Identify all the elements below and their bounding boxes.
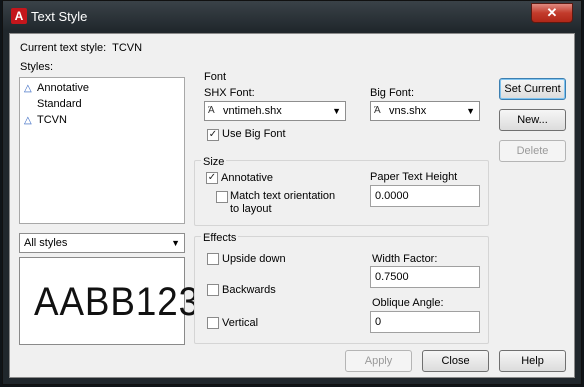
set-current-button[interactable]: Set Current: [499, 78, 566, 100]
backwards-label: Backwards: [222, 284, 276, 296]
window-title: Text Style: [31, 9, 88, 24]
autocad-logo-icon: A: [11, 8, 27, 24]
new-button[interactable]: New...: [499, 109, 566, 131]
vertical-label: Vertical: [222, 317, 259, 329]
size-group-label: Size: [201, 156, 227, 168]
current-style-value: TCVN: [112, 42, 143, 54]
big-font-label: Big Font:: [370, 87, 415, 99]
list-item-standard[interactable]: Standard: [37, 97, 82, 112]
chevron-down-icon: ▼: [332, 106, 341, 116]
effects-group-label: Effects: [201, 232, 239, 244]
big-font-type-icon: Ά: [374, 105, 381, 116]
width-factor-input[interactable]: 0.7500: [370, 266, 480, 288]
annotative-checkbox[interactable]: ✓: [206, 172, 218, 184]
styles-label: Styles:: [20, 61, 54, 73]
annotative-triangle-icon: △: [24, 83, 32, 94]
dialog-body: Current text style: TCVN Styles: △ Annota…: [9, 33, 575, 378]
list-item-tcvn[interactable]: △ TCVN: [24, 113, 67, 128]
shx-font-select[interactable]: Ά vntimeh.shx ▼: [204, 101, 346, 121]
window-close-button[interactable]: ✕: [531, 3, 573, 23]
use-big-font-checkbox[interactable]: ✓: [207, 129, 219, 141]
delete-button[interactable]: Delete: [499, 140, 566, 162]
help-button[interactable]: Help: [499, 350, 566, 372]
upside-down-checkbox[interactable]: [207, 253, 219, 265]
match-orientation-label-2: to layout: [230, 203, 272, 215]
styles-list[interactable]: △ Annotative Standard △ TCVN: [19, 77, 185, 224]
close-button[interactable]: Close: [422, 350, 489, 372]
list-item-annotative[interactable]: △ Annotative: [24, 81, 89, 96]
big-font-select[interactable]: Ά vns.shx ▼: [370, 101, 480, 121]
font-group-label: Font: [204, 71, 227, 83]
match-orientation-label-1: Match text orientation: [230, 190, 336, 202]
annotative-label: Annotative: [221, 172, 273, 184]
styles-filter-select[interactable]: All styles ▼: [19, 233, 185, 253]
shx-font-label: SHX Font:: [204, 87, 255, 99]
text-style-dialog: A Text Style ✕ Current text style: TCVN …: [2, 0, 582, 385]
match-orientation-checkbox[interactable]: [216, 191, 228, 203]
shx-font-type-icon: Ά: [208, 105, 215, 116]
title-bar[interactable]: A Text Style ✕: [3, 1, 581, 33]
apply-button[interactable]: Apply: [345, 350, 412, 372]
chevron-down-icon: ▼: [171, 238, 180, 248]
annotative-triangle-icon: △: [24, 115, 32, 126]
oblique-angle-input[interactable]: 0: [370, 311, 480, 333]
style-preview: AABB123: [19, 257, 199, 345]
upside-down-label: Upside down: [222, 253, 286, 265]
preview-text: AABB123: [34, 280, 201, 324]
width-factor-label: Width Factor:: [372, 253, 438, 265]
oblique-angle-label: Oblique Angle:: [372, 297, 444, 309]
chevron-down-icon: ▼: [466, 106, 475, 116]
current-style-label: Current text style: TCVN: [20, 42, 143, 54]
paper-height-input[interactable]: 0.0000: [370, 185, 480, 207]
backwards-checkbox[interactable]: [207, 284, 219, 296]
vertical-checkbox[interactable]: [207, 317, 219, 329]
use-big-font-label: Use Big Font: [222, 128, 286, 140]
paper-height-label: Paper Text Height: [370, 171, 458, 183]
